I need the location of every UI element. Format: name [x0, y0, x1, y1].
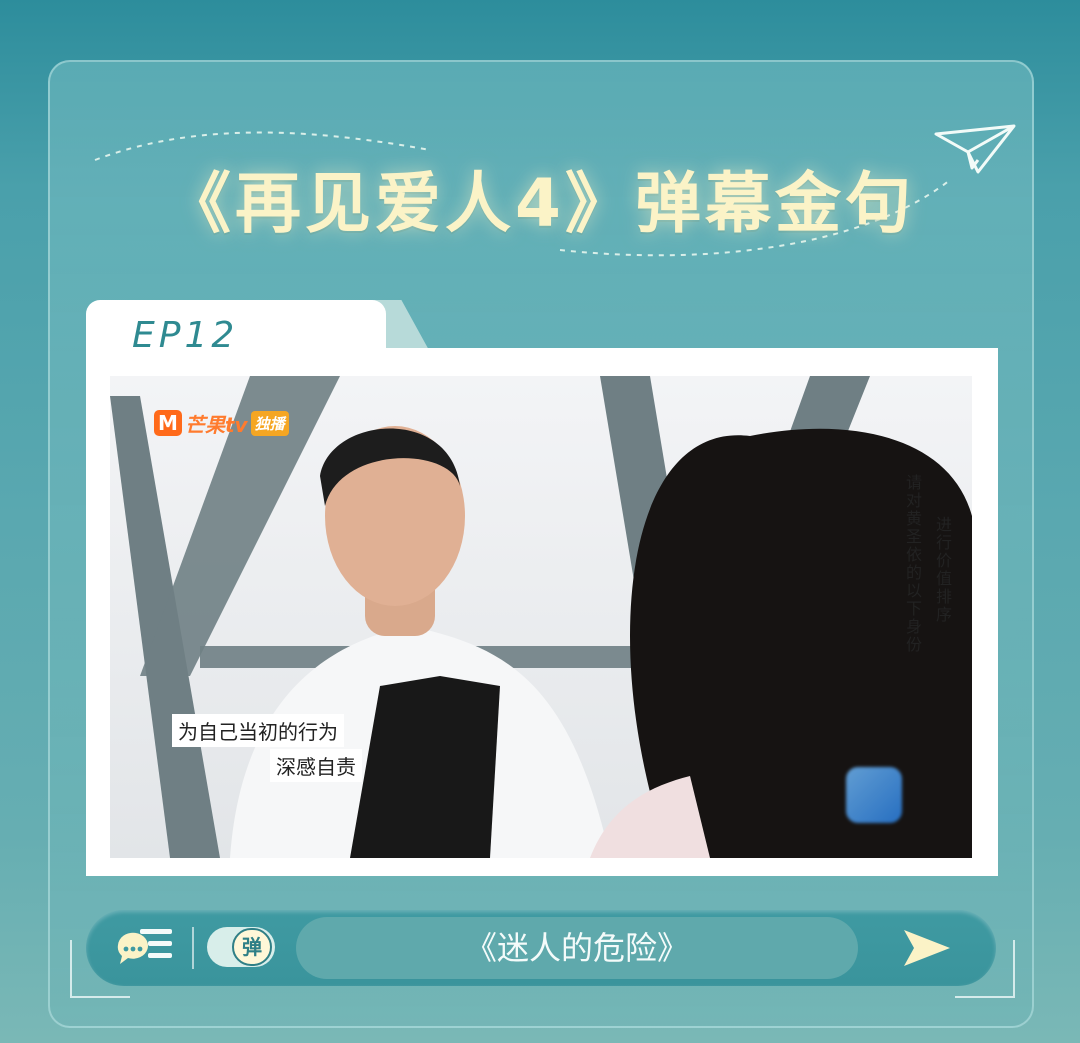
vertical-caption-2: 进行价值排序	[933, 516, 952, 624]
video-scene	[110, 376, 972, 858]
send-arrow-icon[interactable]	[902, 926, 952, 970]
page-title: 《再见爱人4》弹幕金句	[165, 165, 915, 242]
subtitle-line-2: 深感自责	[270, 749, 362, 782]
mango-logo-icon: M	[154, 410, 182, 436]
danmaku-toggle-knob[interactable]: 弹	[232, 928, 272, 966]
video-still: M 芒果tv 独播 请对黄圣依的以下身份 进行价值排序 为自己当初的行为 深感自…	[110, 376, 972, 858]
logo-badge: 独播	[250, 410, 289, 436]
blurred-app-icon	[846, 767, 902, 823]
chat-bubble-icon[interactable]	[114, 923, 176, 975]
subtitle-line-1: 为自己当初的行为	[172, 714, 344, 747]
logo-text: 芒果tv	[185, 412, 248, 437]
vertical-caption-1: 请对黄圣依的以下身份	[903, 474, 922, 654]
danmaku-input-text: 《迷人的危险》	[464, 929, 689, 967]
mango-tv-logo: M 芒果tv 独播	[154, 409, 289, 437]
bar-separator	[192, 927, 194, 969]
